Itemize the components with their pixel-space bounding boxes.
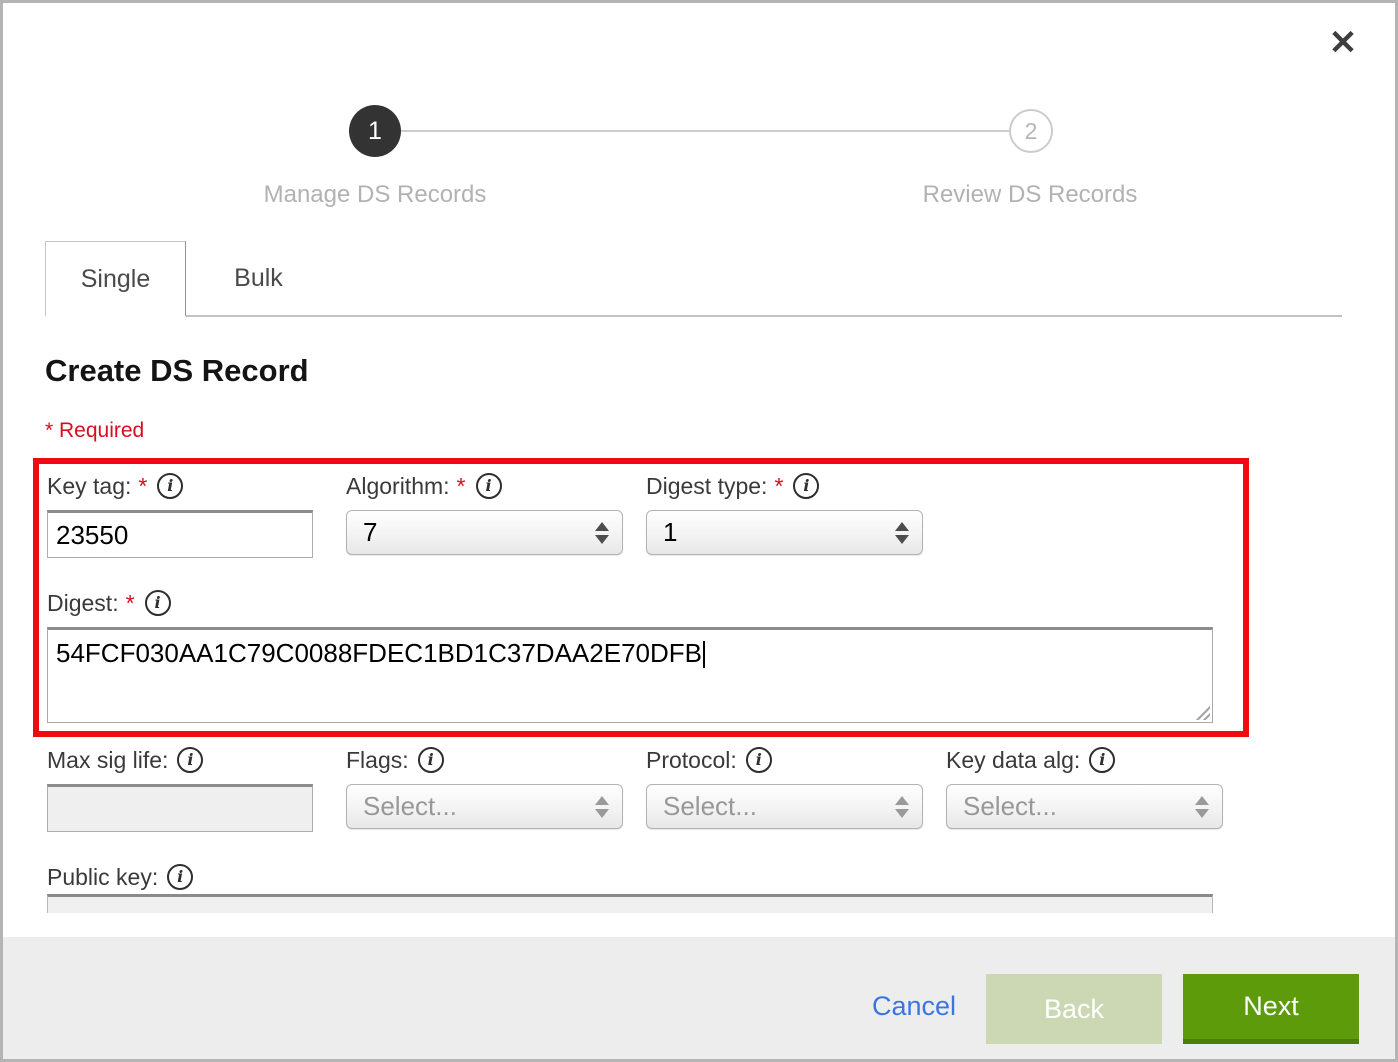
create-ds-record-modal: ✕ 1 2 Manage DS Records Review DS Record… [0, 0, 1398, 1062]
info-icon-glyph: i [428, 752, 434, 768]
key-data-alg-label-row: Key data alg: i [946, 743, 1223, 777]
protocol-select-value: Select... [663, 791, 757, 822]
algorithm-label-row: Algorithm: * i [346, 469, 623, 503]
info-icon[interactable]: i [476, 473, 502, 499]
info-icon[interactable]: i [746, 747, 772, 773]
required-asterisk: * [457, 473, 466, 500]
digest-type-select[interactable]: 1 [646, 510, 923, 555]
info-icon[interactable]: i [167, 864, 193, 890]
info-icon-glyph: i [756, 752, 762, 768]
digest-type-select-value: 1 [663, 517, 677, 548]
required-note: * Required [45, 419, 144, 443]
next-button[interactable]: Next [1183, 974, 1359, 1044]
flags-field: Flags: i Select... [346, 743, 623, 829]
info-icon-glyph: i [155, 595, 161, 611]
select-arrows-icon [895, 796, 909, 818]
max-sig-life-label: Max sig life: [47, 747, 168, 774]
public-key-textarea[interactable] [47, 894, 1213, 913]
public-key-label: Public key: [47, 864, 158, 891]
select-arrows-icon [595, 522, 609, 544]
step-1-label: Manage DS Records [225, 181, 525, 209]
step-1-circle: 1 [349, 105, 401, 157]
info-icon-glyph: i [177, 869, 183, 885]
flags-label: Flags: [346, 747, 409, 774]
required-asterisk: * [126, 590, 135, 617]
info-icon-glyph: i [187, 752, 193, 768]
key-data-alg-select-value: Select... [963, 791, 1057, 822]
required-asterisk: * [138, 473, 147, 500]
key-tag-field: Key tag: * i [47, 469, 313, 558]
tab-bulk[interactable]: Bulk [186, 241, 331, 316]
select-arrows-icon [595, 796, 609, 818]
flags-select-value: Select... [363, 791, 457, 822]
flags-select[interactable]: Select... [346, 784, 623, 829]
info-icon-glyph: i [1099, 752, 1105, 768]
public-key-label-row: Public key: i [47, 860, 193, 894]
select-arrows-icon [1195, 796, 1209, 818]
protocol-field: Protocol: i Select... [646, 743, 923, 829]
info-icon[interactable]: i [177, 747, 203, 773]
algorithm-select[interactable]: 7 [346, 510, 623, 555]
key-tag-input[interactable] [47, 510, 313, 558]
info-icon-glyph: i [485, 478, 491, 494]
algorithm-field: Algorithm: * i 7 [346, 469, 623, 555]
digest-field: Digest: * i 54FCF030AA1C79C0088FDEC1BD1C… [47, 586, 1213, 723]
max-sig-life-label-row: Max sig life: i [47, 743, 313, 777]
info-icon[interactable]: i [145, 590, 171, 616]
digest-textarea[interactable]: 54FCF030AA1C79C0088FDEC1BD1C37DAA2E70DFB [47, 627, 1213, 723]
digest-type-field: Digest type: * i 1 [646, 469, 923, 555]
key-tag-label: Key tag: [47, 473, 131, 500]
step-2-label: Review DS Records [880, 181, 1180, 209]
tab-divider [186, 315, 1342, 317]
digest-label: Digest: [47, 590, 119, 617]
info-icon[interactable]: i [418, 747, 444, 773]
protocol-label: Protocol: [646, 747, 737, 774]
required-asterisk: * [774, 473, 783, 500]
protocol-select[interactable]: Select... [646, 784, 923, 829]
page-title: Create DS Record [45, 353, 309, 389]
back-button[interactable]: Back [986, 974, 1162, 1044]
info-icon[interactable]: i [157, 473, 183, 499]
digest-value: 54FCF030AA1C79C0088FDEC1BD1C37DAA2E70DFB [56, 638, 702, 668]
protocol-label-row: Protocol: i [646, 743, 923, 777]
algorithm-label: Algorithm: [346, 473, 450, 500]
key-data-alg-select[interactable]: Select... [946, 784, 1223, 829]
info-icon[interactable]: i [793, 473, 819, 499]
tab-single[interactable]: Single [45, 241, 186, 316]
digest-type-label: Digest type: [646, 473, 767, 500]
step-2-circle: 2 [1009, 109, 1053, 153]
algorithm-select-value: 7 [363, 517, 377, 548]
flags-label-row: Flags: i [346, 743, 623, 777]
stepper-connector [401, 130, 1009, 132]
digest-label-row: Digest: * i [47, 586, 1213, 620]
key-data-alg-field: Key data alg: i Select... [946, 743, 1223, 829]
text-cursor [703, 641, 705, 668]
max-sig-life-input[interactable] [47, 784, 313, 832]
info-icon[interactable]: i [1089, 747, 1115, 773]
key-tag-label-row: Key tag: * i [47, 469, 313, 503]
info-icon-glyph: i [167, 478, 173, 494]
digest-type-label-row: Digest type: * i [646, 469, 923, 503]
cancel-link[interactable]: Cancel [872, 991, 956, 1022]
close-icon[interactable]: ✕ [1323, 23, 1363, 63]
max-sig-life-field: Max sig life: i [47, 743, 313, 832]
select-arrows-icon [895, 522, 909, 544]
resize-grip-icon[interactable] [1195, 705, 1210, 720]
key-data-alg-label: Key data alg: [946, 747, 1080, 774]
info-icon-glyph: i [803, 478, 809, 494]
